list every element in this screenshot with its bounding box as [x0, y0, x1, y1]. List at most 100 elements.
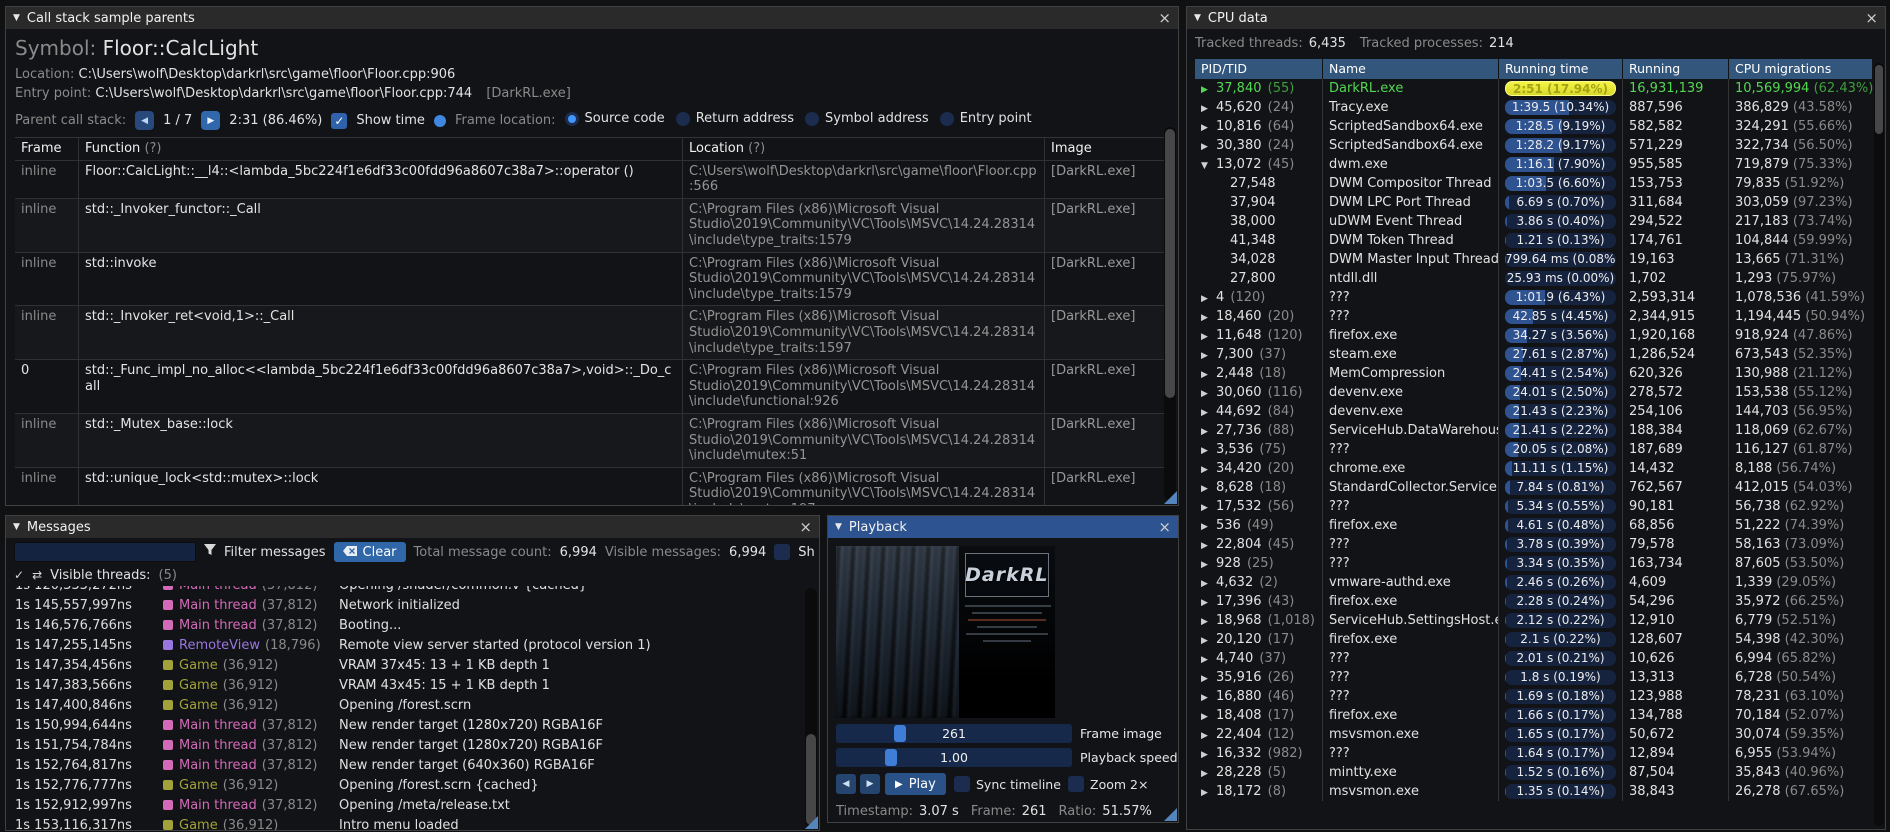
- cpu-process-row[interactable]: 34,028 DWM Master Input Thread 799.64 ms (…: [1195, 250, 1873, 269]
- cpu-process-row[interactable]: ▶ 11,648 (120) firefox.exe 34.27 s (3.56%) 1…: [1195, 326, 1873, 345]
- expand-arrow-icon[interactable]: ▶: [1201, 765, 1216, 782]
- sync-timeline-checkbox[interactable]: [954, 776, 970, 792]
- cpu-process-row[interactable]: ▶ 22,804 (45)??? 3.78 s (0.39%) 79,578 58,16…: [1195, 535, 1873, 554]
- callstack-frame-row[interactable]: inline std::_Invoker_functor::_Call C:\Pro…: [15, 198, 1169, 253]
- cpu-process-row[interactable]: ▶ 30,060 (116) devenv.exe 24.01 s (2.50%) 27…: [1195, 383, 1873, 402]
- close-icon[interactable]: ×: [1865, 10, 1878, 26]
- expand-arrow-icon[interactable]: ▶: [1201, 385, 1216, 402]
- collapse-arrow-icon[interactable]: ▼: [13, 522, 20, 532]
- radio-icon[interactable]: [564, 111, 579, 126]
- cpu-process-row[interactable]: ▶ 28,228 (5) mintty.exe 1.52 s (0.16%) 87,50…: [1195, 763, 1873, 782]
- message-filter-input[interactable]: [14, 542, 196, 562]
- radio-icon[interactable]: [805, 111, 820, 126]
- column-header-running-time[interactable]: Running time: [1499, 59, 1623, 79]
- cpu-process-row[interactable]: ▶ 7,300 (37) steam.exe 27.61 s (2.87%) 1,286…: [1195, 345, 1873, 364]
- expand-arrow-icon[interactable]: ▶: [1201, 746, 1216, 763]
- cpu-process-row[interactable]: 41,348 DWM Token Thread 1.21 s (0.13%) 174,…: [1195, 231, 1873, 250]
- cpu-process-row[interactable]: ▶ 35,916 (26)??? 1.8 s (0.19%) 13,313 6,728 …: [1195, 668, 1873, 687]
- column-header-pid[interactable]: PID/TID: [1195, 59, 1323, 79]
- expand-arrow-icon[interactable]: ▶: [1201, 632, 1216, 649]
- expand-arrow-icon[interactable]: ▶: [1201, 784, 1216, 801]
- cpu-process-row[interactable]: 37,904 DWM LPC Port Thread 6.69 s (0.70%) 3…: [1195, 193, 1873, 212]
- visible-threads-label[interactable]: Visible threads:: [50, 568, 150, 583]
- playback-titlebar[interactable]: ▼ Playback ×: [828, 516, 1178, 538]
- frame-image-slider[interactable]: 261: [836, 724, 1072, 743]
- collapse-arrow-icon[interactable]: ▼: [13, 13, 20, 23]
- expand-arrow-icon[interactable]: ▶: [1201, 708, 1216, 725]
- message-row[interactable]: 1s 152,912,997ns Main thread (37,812) Openi…: [6, 796, 819, 816]
- playback-speed-slider[interactable]: 1.00: [836, 748, 1072, 767]
- column-header-name[interactable]: Name: [1323, 59, 1499, 79]
- message-row[interactable]: 1s 147,383,566ns Game (36,912) VRAM 43x45: …: [6, 676, 819, 696]
- callstack-frame-row[interactable]: 0 std::_Func_impl_no_alloc<<lambda_5bc224…: [15, 360, 1169, 414]
- expand-arrow-icon[interactable]: ▶: [1201, 480, 1216, 497]
- cpu-process-row[interactable]: ▶ 45,620 (24) Tracy.exe 1:39.5 (10.34%) 887,…: [1195, 98, 1873, 117]
- cpu-process-row[interactable]: ▶ 4,740 (37)??? 2.01 s (0.21%) 10,626 6,994 …: [1195, 649, 1873, 668]
- play-button[interactable]: ▶ Play: [885, 773, 946, 795]
- cpu-process-row[interactable]: ▶ 27,736 (88) ServiceHub.DataWarehouse 21.4…: [1195, 421, 1873, 440]
- resize-grip[interactable]: [805, 816, 818, 829]
- resize-grip[interactable]: [1164, 491, 1177, 504]
- collapse-arrow-icon[interactable]: ▼: [1201, 157, 1216, 174]
- message-row[interactable]: 1s 145,557,997ns Main thread (37,812) Netwo…: [6, 596, 819, 616]
- cpu-process-row[interactable]: ▶ 22,404 (12) msvsmon.exe 1.65 s (0.17%) 50,…: [1195, 725, 1873, 744]
- cpu-process-row[interactable]: ▶ 536 (49) firefox.exe 4.61 s (0.48%) 68,856…: [1195, 516, 1873, 535]
- cpu-process-row[interactable]: ▶ 3,536 (75)??? 20.05 s (2.08%) 187,689 116,…: [1195, 440, 1873, 459]
- expand-arrow-icon[interactable]: ▶: [1201, 689, 1216, 706]
- cpu-process-row[interactable]: ▶ 18,408 (17) firefox.exe 1.66 s (0.17%) 134…: [1195, 706, 1873, 725]
- callstack-frame-row[interactable]: inline std::_Invoker_ret<void,1>::_Call C:…: [15, 306, 1169, 361]
- messages-titlebar[interactable]: ▼ Messages ×: [6, 516, 819, 538]
- cpu-process-row[interactable]: ▶ 18,968 (1,018) ServiceHub.SettingsHost.e…: [1195, 611, 1873, 630]
- message-row[interactable]: 1s 147,400,846ns Game (36,912) Opening /for…: [6, 696, 819, 716]
- collapse-arrow-icon[interactable]: ▼: [1194, 13, 1201, 23]
- zoom-checkbox[interactable]: [1068, 776, 1084, 792]
- expand-arrow-icon[interactable]: ▶: [1201, 138, 1216, 155]
- cpu-process-row[interactable]: ▶ 18,172 (8) msvsmon.exe 1.35 s (0.14%) 38,8…: [1195, 782, 1873, 801]
- message-row[interactable]: 1s 120,333,272nsMain thread(37,812)Openi…: [6, 586, 819, 596]
- message-row[interactable]: 1s 150,994,644ns Main thread (37,812) New r…: [6, 716, 819, 736]
- close-icon[interactable]: ×: [799, 519, 812, 535]
- callstack-titlebar[interactable]: ▼ Call stack sample parents ×: [6, 7, 1178, 29]
- cpu-process-row[interactable]: ▶ 18,460 (20)??? 42.85 s (4.45%) 2,344,915 1…: [1195, 307, 1873, 326]
- message-row[interactable]: 1s 147,354,456ns Game (36,912) VRAM 37x45: …: [6, 656, 819, 676]
- radio-symbol-address[interactable]: Symbol address: [805, 111, 929, 126]
- cpu-process-row[interactable]: ▶ 4,632 (2) vmware-authd.exe 2.46 s (0.26%)…: [1195, 573, 1873, 592]
- expand-arrow-icon[interactable]: ▶: [1201, 499, 1216, 516]
- close-icon[interactable]: ×: [1158, 10, 1171, 26]
- cpu-process-row[interactable]: ▶ 10,816 (64) ScriptedSandbox64.exe 1:28.5 …: [1195, 117, 1873, 136]
- expand-arrow-icon[interactable]: ▶: [1201, 347, 1216, 364]
- scrollbar-thumb[interactable]: [806, 734, 816, 825]
- column-header-cpu-migrations[interactable]: CPU migrations: [1729, 59, 1873, 79]
- expand-arrow-icon[interactable]: ▶: [1201, 119, 1216, 136]
- cpu-process-row[interactable]: ▶ 4 (120)??? 1:01.9 (6.43%) 2,593,314 1,078,…: [1195, 288, 1873, 307]
- resize-grip[interactable]: [1164, 808, 1177, 821]
- check-icon[interactable]: ✓: [14, 568, 24, 582]
- callstack-frame-row[interactable]: inline Floor::CalcLight::__l4::<lambda_5b…: [15, 160, 1169, 199]
- swap-icon[interactable]: ⇄: [32, 568, 42, 582]
- expand-arrow-icon[interactable]: ▶: [1201, 556, 1216, 573]
- collapse-arrow-icon[interactable]: ▼: [835, 522, 842, 532]
- cpu-process-row[interactable]: ▶ 2,448 (18) MemCompression 24.41 s (2.54%)…: [1195, 364, 1873, 383]
- expand-arrow-icon[interactable]: ▶: [1201, 423, 1216, 440]
- cpu-process-row[interactable]: 27,548 DWM Compositor Thread 1:03.5 (6.60%…: [1195, 174, 1873, 193]
- cpu-process-row[interactable]: ▶ 8,628 (18) StandardCollector.Service.e 7.…: [1195, 478, 1873, 497]
- scrollbar-thumb[interactable]: [1165, 129, 1175, 398]
- expand-arrow-icon[interactable]: ▶: [1201, 81, 1216, 98]
- radio-return-address[interactable]: Return address: [675, 111, 794, 126]
- cpu-titlebar[interactable]: ▼ CPU data ×: [1187, 7, 1885, 29]
- column-header-running-regions[interactable]: Running regions: [1623, 59, 1729, 79]
- cpu-process-row[interactable]: ▶ 17,396 (43) firefox.exe 2.28 s (0.24%) 54,…: [1195, 592, 1873, 611]
- messages-scrollbar[interactable]: [805, 588, 817, 827]
- message-row[interactable]: 1s 146,576,766ns Main thread (37,812) Booti…: [6, 616, 819, 636]
- radio-source-code[interactable]: Source code: [564, 111, 665, 126]
- previous-frame-button[interactable]: ◀: [836, 774, 856, 794]
- expand-arrow-icon[interactable]: ▶: [1201, 651, 1216, 668]
- callstack-frame-row[interactable]: inline std::unique_lock<std::mutex>::lock…: [15, 467, 1169, 505]
- messages-option-checkbox[interactable]: [774, 544, 791, 560]
- callstack-scrollbar[interactable]: [1164, 127, 1176, 500]
- next-callstack-button[interactable]: ▶: [201, 111, 221, 130]
- cpu-process-row[interactable]: ▶ 16,880 (46)??? 1.69 s (0.18%) 123,988 78,2…: [1195, 687, 1873, 706]
- clear-button[interactable]: Clear: [333, 542, 406, 562]
- cpu-process-row[interactable]: ▶ 17,532 (56)??? 5.34 s (0.55%) 90,181 56,73…: [1195, 497, 1873, 516]
- cpu-scrollbar[interactable]: [1874, 63, 1884, 826]
